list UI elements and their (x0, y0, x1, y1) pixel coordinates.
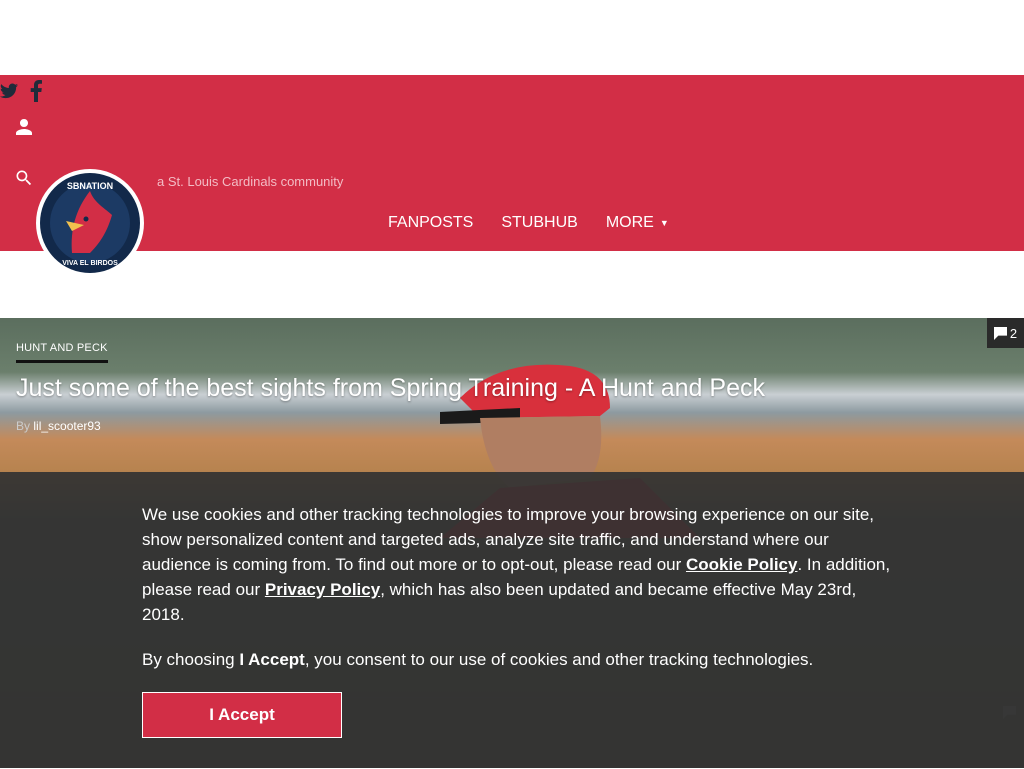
ad-slot (0, 0, 1024, 75)
site-logo[interactable]: SBNATION VIVA EL BIRDOS (36, 169, 144, 277)
person-icon[interactable] (14, 117, 34, 137)
byline-prefix: By (16, 419, 31, 434)
twitter-icon[interactable] (0, 83, 18, 99)
hero-text: HUNT AND PECK Just some of the best sigh… (16, 338, 765, 433)
category-label[interactable]: HUNT AND PECK (16, 342, 108, 363)
cookie-banner: We use cookies and other tracking techno… (0, 472, 1024, 768)
site-tagline: a St. Louis Cardinals community (157, 174, 344, 189)
logo-top-text: SBNATION (67, 181, 113, 191)
consent-bold: I Accept (239, 650, 305, 669)
main-nav: FANPOSTS STUBHUB MORE ▼ (388, 214, 669, 232)
logo-bottom-text: VIVA EL BIRDOS (62, 260, 118, 267)
facebook-icon[interactable] (30, 80, 42, 102)
nav-stubhub[interactable]: STUBHUB (501, 214, 577, 232)
consent-prefix: By choosing (142, 650, 240, 669)
nav-more[interactable]: MORE ▼ (606, 214, 669, 232)
privacy-policy-link[interactable]: Privacy Policy (265, 580, 380, 599)
comment-count: 2 (1009, 325, 1018, 341)
author-link[interactable]: lil_scooter93 (33, 419, 100, 433)
byline: By lil_scooter93 (16, 419, 765, 433)
cookie-notice-text: We use cookies and other tracking techno… (142, 502, 892, 627)
article-title[interactable]: Just some of the best sights from Spring… (16, 374, 765, 403)
consent-suffix: , you consent to our use of cookies and … (304, 650, 814, 669)
comment-count-badge[interactable]: 2 (987, 318, 1024, 348)
cookie-policy-link[interactable]: Cookie Policy (686, 555, 797, 574)
nav-fanposts[interactable]: FANPOSTS (388, 214, 473, 232)
nav-more-label: MORE (605, 214, 654, 231)
cookie-consent-text: By choosing I Accept, you consent to our… (142, 647, 892, 672)
search-icon[interactable] (14, 168, 34, 188)
accept-button[interactable]: I Accept (142, 692, 342, 738)
comment-icon (993, 326, 1007, 340)
chevron-down-icon: ▼ (659, 217, 669, 228)
social-links (0, 80, 42, 102)
